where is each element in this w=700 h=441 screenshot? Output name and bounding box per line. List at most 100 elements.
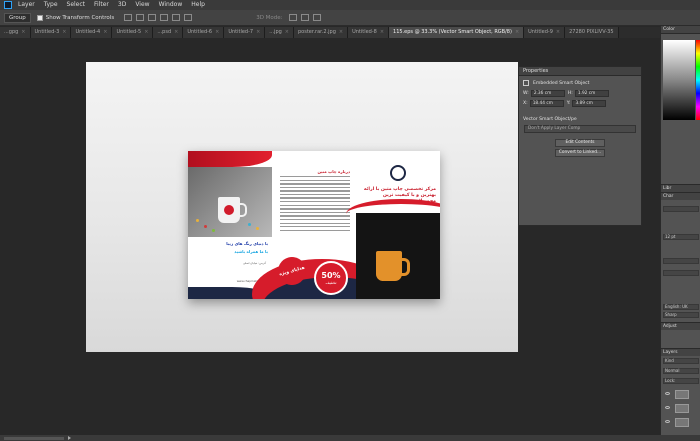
orange-mug-image	[376, 251, 410, 281]
width-field[interactable]: 2.36 cm	[530, 89, 565, 97]
about-text-block: درباره چاپ متین	[280, 169, 350, 259]
properties-header[interactable]: Properties	[519, 67, 641, 76]
tab-doc-6[interactable]: Untitled-6 ×	[183, 27, 225, 38]
align-right-icon[interactable]	[184, 14, 193, 21]
tab-doc-10[interactable]: Untitled-8 ×	[348, 27, 390, 38]
photoshop-logo-icon[interactable]	[4, 1, 12, 9]
tab-doc-5[interactable]: ...psd ×	[153, 27, 184, 38]
layer-thumbnail[interactable]	[675, 390, 689, 399]
status-bar	[0, 435, 700, 441]
close-icon[interactable]: ×	[215, 29, 219, 35]
layer-thumbnail[interactable]	[675, 404, 689, 413]
close-icon[interactable]: ×	[380, 29, 384, 35]
hue-slider[interactable]	[696, 40, 700, 120]
menu-type[interactable]: Type	[44, 0, 58, 10]
blend-mode-dropdown[interactable]: Normal	[663, 368, 699, 374]
right-dock: Color Libr Char 12 pt English: UK Sharp …	[660, 26, 700, 435]
discount-label: تخفیف	[325, 279, 337, 285]
properties-panel: Properties Embedded Smart Object W: 2.36…	[518, 66, 642, 226]
3d-rotate-icon[interactable]	[288, 14, 297, 21]
align-top-icon[interactable]	[124, 14, 133, 21]
show-transform-label: Show Transform Controls	[45, 14, 115, 21]
close-icon[interactable]: ×	[339, 29, 343, 35]
document-tabs: ...gpg × Untitled-3 × Untitled-4 × Untitled…	[0, 27, 660, 38]
visibility-eye-icon[interactable]	[665, 420, 670, 423]
options-bar: Group Show Transform Controls 3D Mode:	[0, 10, 700, 26]
close-icon[interactable]: ×	[174, 29, 178, 35]
3d-roll-icon[interactable]	[300, 14, 309, 21]
menu-view[interactable]: View	[135, 0, 149, 10]
menu-select[interactable]: Select	[67, 0, 86, 10]
close-icon[interactable]: ×	[21, 29, 25, 35]
white-mug-image	[218, 197, 247, 223]
character-panel-header[interactable]: Char	[661, 192, 700, 200]
brochure-artwork[interactable]: با دنیای رنگ های زیبا با ما همراه باشید …	[188, 151, 440, 299]
close-icon[interactable]: ×	[256, 29, 260, 35]
layers-panel-header[interactable]: Layers	[661, 348, 700, 356]
menu-window[interactable]: Window	[159, 0, 183, 10]
height-field[interactable]: 1.92 cm	[574, 89, 609, 97]
layer-kind-filter[interactable]: Kind	[663, 358, 699, 364]
close-icon[interactable]: ×	[285, 29, 289, 35]
tab-doc-12[interactable]: Untitled-9 ×	[524, 27, 566, 38]
size-row: W: 2.36 cm H: 1.92 cm	[519, 88, 641, 98]
leading-field[interactable]	[663, 270, 699, 276]
align-bottom-icon[interactable]	[148, 14, 157, 21]
lock-row: Lock:	[663, 378, 699, 384]
close-icon[interactable]: ×	[144, 29, 148, 35]
tab-doc-8[interactable]: ...jpg ×	[265, 27, 294, 38]
menu-3d[interactable]: 3D	[118, 0, 126, 10]
mug-photo	[188, 167, 272, 237]
color-panel-header[interactable]: Color	[661, 26, 700, 34]
font-size-field[interactable]: 12 pt	[663, 234, 699, 240]
status-arrow-icon[interactable]	[68, 436, 71, 440]
object-type-label: Embedded Smart Object	[533, 80, 590, 86]
antialias-dropdown[interactable]: Sharp	[663, 312, 699, 318]
x-field[interactable]: 18.44 cm	[529, 99, 564, 107]
tab-doc-9[interactable]: poster.rar.2.jpg ×	[294, 27, 349, 38]
about-heading: درباره چاپ متین	[317, 169, 350, 174]
close-icon[interactable]: ×	[62, 29, 66, 35]
show-transform-checkbox[interactable]	[36, 14, 43, 21]
tab-doc-active[interactable]: 115.eps @ 33.3% (Vector Smart Object, RG…	[389, 27, 525, 38]
close-icon[interactable]: ×	[515, 29, 519, 35]
close-icon[interactable]: ×	[556, 29, 560, 35]
left-blue-text: با دنیای رنگ های زیبا	[226, 241, 268, 246]
align-middle-icon[interactable]	[136, 14, 145, 21]
font-family-field[interactable]	[663, 206, 699, 212]
tab-doc-1[interactable]: ...gpg ×	[0, 27, 31, 38]
layer-thumbnail[interactable]	[675, 418, 689, 427]
align-left-icon[interactable]	[160, 14, 169, 21]
menu-help[interactable]: Help	[191, 0, 205, 10]
tab-doc-4[interactable]: Untitled-5 ×	[112, 27, 154, 38]
y-field[interactable]: 3.89 cm	[572, 99, 607, 107]
menu-bar: Layer Type Select Filter 3D View Window …	[0, 0, 700, 10]
autoselect-dropdown[interactable]: Group	[4, 12, 31, 23]
adjustments-tab[interactable]: Adjust	[661, 322, 700, 330]
menu-filter[interactable]: Filter	[94, 0, 109, 10]
layer-comp-dropdown[interactable]: Don't Apply Layer Comp	[524, 125, 636, 133]
brand-logo-icon	[224, 205, 234, 215]
visibility-eye-icon[interactable]	[665, 406, 670, 409]
close-icon[interactable]: ×	[103, 29, 107, 35]
language-dropdown[interactable]: English: UK	[663, 304, 699, 310]
tab-doc-7[interactable]: Untitled-7 ×	[224, 27, 266, 38]
discount-percent: 50%	[321, 270, 341, 280]
3d-pan-icon[interactable]	[312, 14, 321, 21]
convert-to-linked-button[interactable]: Convert to Linked...	[555, 149, 605, 157]
zoom-field[interactable]	[4, 436, 64, 440]
color-picker-field[interactable]	[663, 40, 695, 120]
align-center-icon[interactable]	[172, 14, 181, 21]
candy-shape	[204, 225, 207, 228]
object-type-row: Embedded Smart Object	[519, 78, 641, 88]
tab-doc-3[interactable]: Untitled-4 ×	[71, 27, 113, 38]
libraries-tab[interactable]: Libr	[661, 184, 700, 192]
tab-doc-13[interactable]: 27280 PIXLIVV-35	[565, 27, 619, 38]
vso-label: Vector Smart Object/pe	[523, 116, 577, 122]
edit-contents-button[interactable]: Edit Contents	[555, 139, 605, 147]
tab-doc-2[interactable]: Untitled-3 ×	[30, 27, 72, 38]
tracking-field[interactable]	[663, 258, 699, 264]
menu-layer[interactable]: Layer	[18, 0, 35, 10]
candy-shape	[196, 219, 199, 222]
visibility-eye-icon[interactable]	[665, 392, 670, 395]
